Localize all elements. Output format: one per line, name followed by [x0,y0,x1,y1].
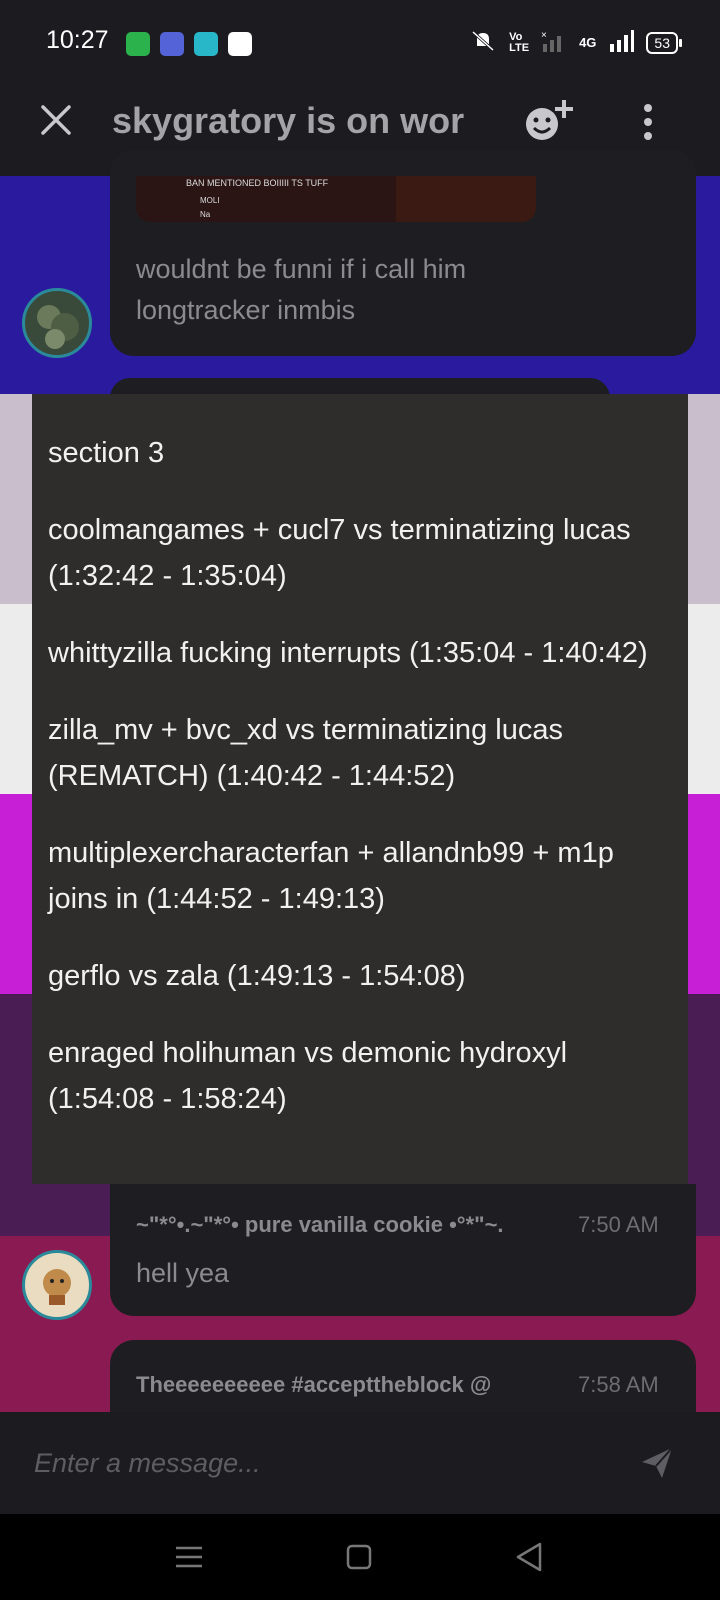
chat-app-icon [194,32,218,56]
message-time: 7:50 AM [578,1212,659,1237]
notification-icons [126,32,252,56]
embed-text: Na [200,210,211,219]
popup-line: whittyzilla fucking interrupts (1:35:04 … [48,637,648,669]
message-input[interactable] [32,1434,596,1492]
signal-1-icon: × [541,30,567,55]
back-nav-icon[interactable] [512,1540,546,1574]
popup-line: section 3 [48,437,165,469]
avatar-image [43,1269,71,1305]
popup-text[interactable]: section 3 coolmangames + cucl7 vs termin… [48,430,648,1153]
mute-icon [469,30,497,55]
embed-image[interactable]: BAN MENTIONED BOIIIII TS TUFF MOLI Na [136,176,536,222]
popup-line: gerflo vs zala (1:49:13 - 1:54:08) [48,960,466,992]
embed-text: BAN MENTIONED BOIIIII TS TUFF [186,178,329,188]
signal-2-icon [608,30,635,55]
status-indicators: Vo LTE × 4G 53 [469,30,682,55]
embed-image-dark-area [396,176,536,222]
home-nav-icon[interactable] [342,1540,376,1574]
message-text: wouldnt be funni if i call him [136,254,467,284]
send-icon[interactable] [640,1446,674,1480]
message-text: longtracker inmbis [136,295,356,325]
message-time: 7:58 AM [578,1372,659,1397]
network-type: 4G [579,35,597,50]
popup-line: zilla_mv + bvc_xd vs terminatizing lucas… [48,714,563,792]
message-text: hell yea [136,1258,230,1288]
menu-nav-icon[interactable] [172,1540,206,1574]
app-notification-icon [126,32,150,56]
battery-icon: 53 [646,31,682,54]
close-icon[interactable] [40,104,72,136]
popup-line: enraged holihuman vs demonic hydroxyl (1… [48,1037,568,1115]
chat-title[interactable]: skygratory is on wor [112,100,480,144]
sender-name[interactable]: ~"*°•.~"*°• pure vanilla cookie •°*"~. [136,1212,556,1238]
sender-name[interactable]: Theeeeeeeeee #accepttheblock @ [136,1372,556,1398]
add-member-icon[interactable] [524,98,580,146]
popup-line: multiplexercharacterfan + allandnb99 + m… [48,837,614,915]
qr-app-icon [160,32,184,56]
avatar-image [37,305,79,349]
message-bubble[interactable] [110,1184,696,1316]
embed-text: MOLI [200,196,220,205]
status-time: 10:27 [46,26,109,54]
popup-line: coolmangames + cucl7 vs terminatizing lu… [48,514,631,592]
svg-text:×: × [541,30,547,41]
avatar[interactable] [22,1250,92,1320]
more-options-icon[interactable] [636,102,660,142]
avatar[interactable] [22,288,92,358]
volte-icon: Vo LTE [509,30,530,54]
camera-app-icon [228,32,252,56]
